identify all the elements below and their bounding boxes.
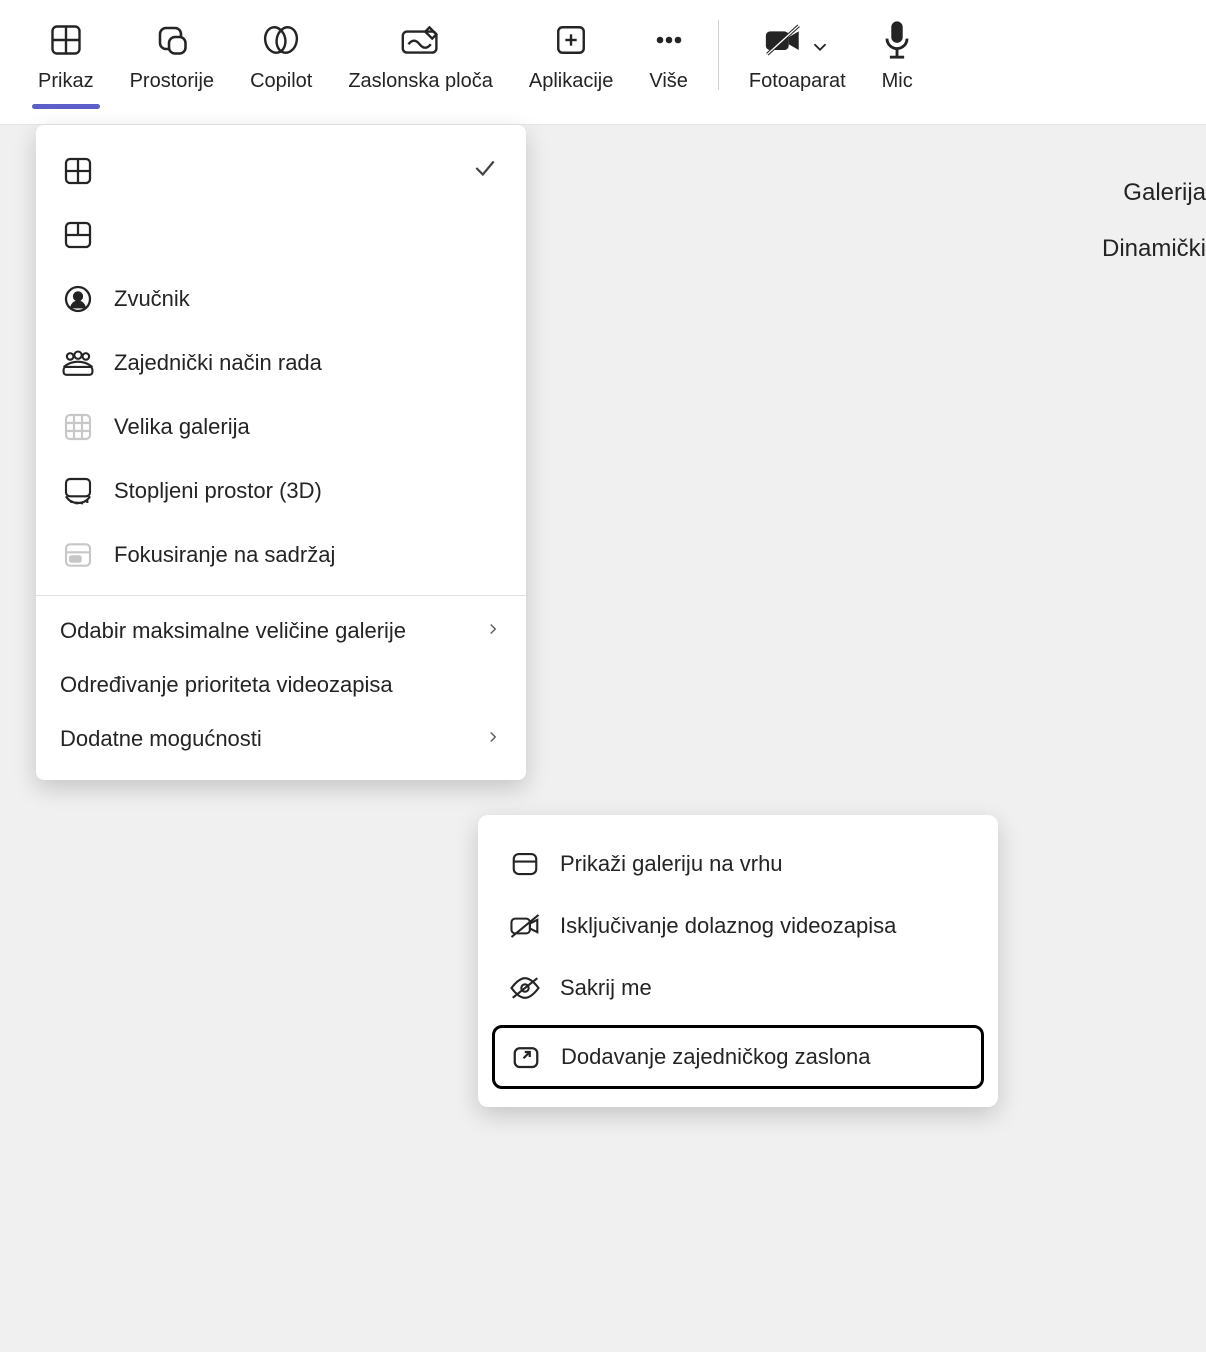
toolbar-whiteboard-button[interactable]: Zaslonska ploča — [330, 10, 511, 99]
camera-off-icon — [763, 16, 803, 64]
grid-icon — [48, 16, 84, 64]
content-area: Galerija Dinamički — [0, 125, 1206, 1352]
mic-icon — [882, 16, 912, 64]
speaker-person-icon — [60, 281, 96, 317]
submenu-gallery-top[interactable]: Prikaži galeriju na vrhu — [492, 833, 984, 895]
toolbar-copilot-label: Copilot — [250, 70, 312, 93]
checkmark-icon — [472, 155, 498, 187]
toolbar-more-label: Više — [649, 70, 688, 93]
chevron-down-icon[interactable] — [809, 36, 831, 63]
toolbar-camera-label: Fotoaparat — [749, 70, 846, 93]
view-option-immersive-3d[interactable]: Stopljeni prostor (3D) — [36, 459, 526, 523]
more-ellipsis-icon — [651, 16, 687, 64]
view-option-speaker-label: Zvučnik — [114, 286, 502, 312]
submenu-gallery-top-label: Prikaži galeriju na vrhu — [560, 851, 783, 877]
eye-off-icon — [508, 971, 542, 1005]
view-option-more-options[interactable]: Dodatne mogućnosti — [36, 712, 526, 766]
view-option-gallery[interactable] — [36, 139, 526, 203]
submenu-hide-me-label: Sakrij me — [560, 975, 652, 1001]
grid-icon — [60, 153, 96, 189]
view-option-large-gallery[interactable]: Velika galerija — [36, 395, 526, 459]
view-option-speaker[interactable]: Zvučnik — [36, 267, 526, 331]
max-gallery-size-label: Odabir maksimalne veličine galerije — [60, 618, 474, 644]
side-label-dynamic: Dinamički — [1102, 221, 1206, 277]
toolbar-camera-button[interactable]: Fotoaparat — [731, 10, 864, 99]
camera-off-outline-icon — [508, 909, 542, 943]
view-dropdown-menu: Zvučnik Zajednički način rada Velika — [36, 125, 526, 780]
toolbar-more-button[interactable]: Više — [631, 10, 706, 99]
people-together-icon — [60, 345, 96, 381]
toolbar-separator — [718, 20, 719, 90]
view-option-max-gallery-size[interactable]: Odabir maksimalne veličine galerije — [36, 604, 526, 658]
dynamic-grid-icon — [60, 217, 96, 253]
submenu-disable-incoming-video[interactable]: Isključivanje dolaznog videozapisa — [492, 895, 984, 957]
submenu-pop-out-label: Dodavanje zajedničkog zaslona — [561, 1044, 870, 1070]
view-option-immersive-3d-label: Stopljeni prostor (3D) — [114, 478, 502, 504]
toolbar-rooms-label: Prostorije — [130, 70, 214, 93]
toolbar-whiteboard-label: Zaslonska ploča — [348, 70, 493, 93]
toolbar-rooms-button[interactable]: Prostorije — [112, 10, 232, 99]
gallery-top-icon — [508, 847, 542, 881]
view-option-dynamic-gallery[interactable] — [36, 203, 526, 267]
active-tab-underline — [32, 104, 100, 109]
chevron-right-icon — [484, 726, 502, 752]
toolbar-apps-button[interactable]: Aplikacije — [511, 10, 631, 99]
view-option-together-label: Zajednički način rada — [114, 350, 502, 376]
pop-out-icon — [509, 1040, 543, 1074]
meeting-toolbar: Prikaz Prostorije Copilot Zaslonska — [0, 0, 1206, 125]
view-option-prioritize-video[interactable]: Određivanje prioriteta videozapisa — [36, 658, 526, 712]
apps-plus-icon — [554, 16, 588, 64]
view-option-together[interactable]: Zajednički način rada — [36, 331, 526, 395]
rooms-icon — [154, 16, 190, 64]
toolbar-view-label: Prikaz — [38, 70, 94, 93]
view-option-large-gallery-label: Velika galerija — [114, 414, 502, 440]
dropdown-divider — [36, 595, 526, 596]
submenu-hide-me[interactable]: Sakrij me — [492, 957, 984, 1019]
whiteboard-icon — [400, 16, 442, 64]
background-side-labels: Galerija Dinamički — [1102, 165, 1206, 277]
submenu-disable-incoming-label: Isključivanje dolaznog videozapisa — [560, 913, 896, 939]
submenu-pop-out-shared[interactable]: Dodavanje zajedničkog zaslona — [492, 1025, 984, 1089]
chevron-right-icon — [484, 618, 502, 644]
toolbar-copilot-button[interactable]: Copilot — [232, 10, 330, 99]
immersive-3d-icon — [60, 473, 96, 509]
toolbar-apps-label: Aplikacije — [529, 70, 613, 93]
more-options-label: Dodatne mogućnosti — [60, 726, 474, 752]
prioritize-video-label: Određivanje prioriteta videozapisa — [60, 672, 502, 698]
focus-content-icon — [60, 537, 96, 573]
large-grid-icon — [60, 409, 96, 445]
view-option-focus-content[interactable]: Fokusiranje na sadržaj — [36, 523, 526, 587]
view-option-focus-content-label: Fokusiranje na sadržaj — [114, 542, 502, 568]
more-options-submenu: Prikaži galeriju na vrhu Isključivanje d… — [478, 815, 998, 1107]
side-label-gallery: Galerija — [1102, 165, 1206, 221]
toolbar-mic-button[interactable]: Mic — [864, 10, 931, 99]
toolbar-view-button[interactable]: Prikaz — [20, 10, 112, 99]
copilot-icon — [261, 16, 301, 64]
toolbar-mic-label: Mic — [882, 70, 913, 93]
